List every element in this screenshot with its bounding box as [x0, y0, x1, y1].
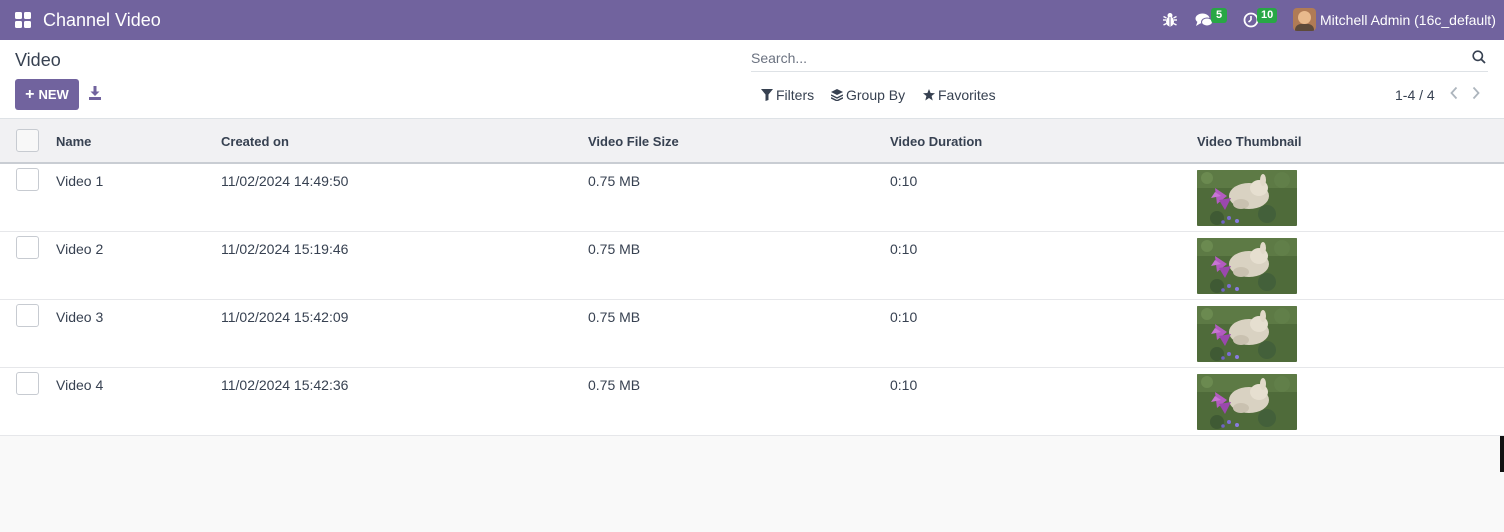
app-title[interactable]: Channel Video	[43, 10, 161, 31]
table-row[interactable]: Video 1 11/02/2024 14:49:50 0.75 MB 0:10	[0, 164, 1504, 232]
video-thumbnail	[1197, 238, 1297, 294]
bug-icon[interactable]	[1163, 12, 1177, 28]
search-input[interactable]	[751, 48, 1451, 68]
download-icon[interactable]	[89, 86, 101, 100]
filter-icon	[761, 89, 773, 101]
user-menu[interactable]: Mitchell Admin (16c_default)	[1320, 12, 1496, 28]
apps-menu-icon[interactable]	[15, 12, 31, 28]
cell-name: Video 4	[56, 377, 104, 393]
chevron-right-icon[interactable]	[1471, 86, 1481, 100]
video-thumbnail	[1197, 170, 1297, 226]
window-edge	[1500, 436, 1504, 472]
cell-name: Video 3	[56, 309, 104, 325]
row-checkbox[interactable]	[16, 304, 39, 327]
chat-count-badge: 5	[1211, 8, 1227, 23]
cell-duration: 0:10	[890, 241, 918, 257]
favorites-button[interactable]: Favorites	[923, 87, 996, 103]
chevron-left-icon[interactable]	[1449, 86, 1459, 100]
cell-created-on: 11/02/2024 15:19:46	[221, 241, 349, 257]
star-icon	[923, 89, 935, 101]
cell-duration: 0:10	[890, 377, 918, 393]
activity-count-badge: 10	[1257, 8, 1278, 23]
select-all-checkbox[interactable]	[16, 129, 39, 152]
search-icon[interactable]	[1472, 50, 1486, 64]
control-panel: Video + NEW Filters Group By Favorites 1…	[0, 40, 1504, 119]
column-header-thumbnail[interactable]: Video Thumbnail	[1197, 134, 1302, 149]
column-header-duration[interactable]: Video Duration	[890, 134, 982, 149]
column-header-file-size[interactable]: Video File Size	[588, 134, 679, 149]
cell-created-on: 11/02/2024 14:49:50	[221, 173, 349, 189]
cell-duration: 0:10	[890, 173, 918, 189]
new-button-label: NEW	[38, 87, 69, 102]
table-row[interactable]: Video 4 11/02/2024 15:42:36 0.75 MB 0:10	[0, 368, 1504, 436]
filters-button[interactable]: Filters	[761, 87, 814, 103]
top-navbar: Channel Video 5 10 Mitchell Admin (16c_d…	[0, 0, 1504, 40]
video-thumbnail	[1197, 374, 1297, 430]
cell-created-on: 11/02/2024 15:42:09	[221, 309, 349, 325]
table-header: Name Created on Video File Size Video Du…	[0, 119, 1504, 164]
new-button[interactable]: + NEW	[15, 79, 79, 110]
group-by-button[interactable]: Group By	[831, 87, 905, 103]
cell-duration: 0:10	[890, 309, 918, 325]
row-checkbox[interactable]	[16, 236, 39, 259]
row-checkbox[interactable]	[16, 168, 39, 191]
layers-icon	[831, 89, 843, 101]
cell-name: Video 2	[56, 241, 104, 257]
cell-created-on: 11/02/2024 15:42:36	[221, 377, 349, 393]
cell-file-size: 0.75 MB	[588, 173, 641, 189]
video-list-table: Name Created on Video File Size Video Du…	[0, 119, 1504, 436]
cell-name: Video 1	[56, 173, 104, 189]
cell-file-size: 0.75 MB	[588, 377, 641, 393]
row-checkbox[interactable]	[16, 372, 39, 395]
breadcrumb: Video	[15, 50, 61, 70]
cell-file-size: 0.75 MB	[588, 309, 641, 325]
user-avatar[interactable]	[1293, 8, 1316, 31]
video-thumbnail	[1197, 306, 1297, 362]
cell-file-size: 0.75 MB	[588, 241, 641, 257]
table-row[interactable]: Video 2 11/02/2024 15:19:46 0.75 MB 0:10	[0, 232, 1504, 300]
column-header-name[interactable]: Name	[56, 134, 91, 149]
search-bar	[751, 46, 1488, 72]
pager-value[interactable]: 1-4 / 4	[1395, 87, 1435, 103]
plus-icon: +	[25, 85, 35, 103]
table-row[interactable]: Video 3 11/02/2024 15:42:09 0.75 MB 0:10	[0, 300, 1504, 368]
column-header-created-on[interactable]: Created on	[221, 134, 289, 149]
